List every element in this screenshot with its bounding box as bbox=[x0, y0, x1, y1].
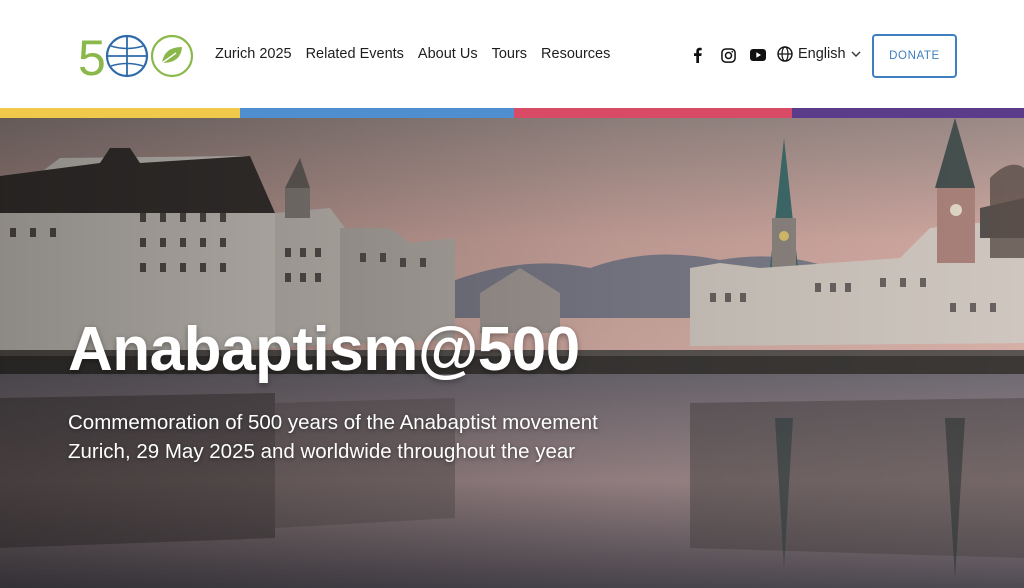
main-nav: Zurich 2025 Related Events About Us Tour… bbox=[215, 46, 610, 62]
nav-item-tours[interactable]: Tours bbox=[492, 46, 527, 62]
hero-subtitle-line-2: Zurich, 29 May 2025 and worldwide throug… bbox=[68, 440, 576, 463]
hero-subtitle: Commemoration of 500 years of the Anabap… bbox=[68, 408, 628, 466]
nav-item-about-us[interactable]: About Us bbox=[418, 46, 478, 62]
globe-icon bbox=[105, 34, 149, 78]
nav-item-zurich-2025[interactable]: Zurich 2025 bbox=[215, 46, 292, 62]
instagram-icon[interactable] bbox=[720, 47, 736, 63]
hero-title: Anabaptism@500 bbox=[68, 315, 580, 384]
strip-yellow bbox=[0, 108, 240, 118]
site-logo[interactable]: 5 bbox=[78, 33, 194, 79]
leaf-icon bbox=[150, 34, 194, 78]
social-links bbox=[690, 47, 766, 63]
strip-blue bbox=[240, 108, 514, 118]
site-header: 5 Zurich 2025 Related Events About Us To… bbox=[0, 0, 1024, 108]
youtube-icon[interactable] bbox=[750, 47, 766, 63]
chevron-down-icon bbox=[851, 51, 861, 57]
language-selector[interactable]: English bbox=[777, 46, 861, 62]
color-strip bbox=[0, 108, 1024, 118]
donate-button[interactable]: DONATE bbox=[872, 34, 957, 78]
logo-five: 5 bbox=[78, 33, 106, 79]
globe-icon bbox=[777, 46, 793, 62]
facebook-icon[interactable] bbox=[690, 47, 706, 63]
hero-subtitle-line-1: Commemoration of 500 years of the Anabap… bbox=[68, 411, 598, 434]
hero-section: Anabaptism@500 Commemoration of 500 year… bbox=[0, 118, 1024, 588]
strip-purple bbox=[792, 108, 1024, 118]
language-label: English bbox=[798, 46, 846, 62]
strip-red bbox=[514, 108, 792, 118]
nav-item-related-events[interactable]: Related Events bbox=[306, 46, 404, 62]
nav-item-resources[interactable]: Resources bbox=[541, 46, 610, 62]
